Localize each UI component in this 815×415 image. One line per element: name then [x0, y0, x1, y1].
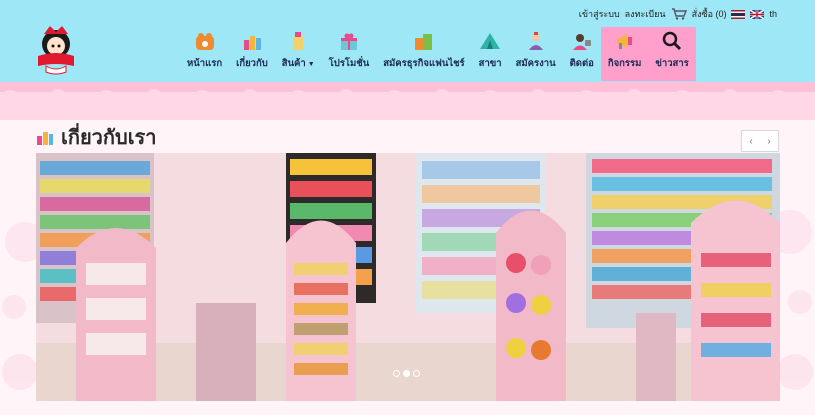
- tent-icon: [480, 33, 501, 49]
- register-link[interactable]: ลงทะเบียน: [625, 7, 666, 21]
- nav-franchise[interactable]: สมัครธุรกิจแฟนไชร์: [376, 27, 471, 81]
- nav-contact-label: ติดต่อ: [569, 58, 594, 69]
- shop-items-icon: [37, 132, 53, 145]
- scalloped-frill: [0, 82, 815, 120]
- nav-about-label: เกี่ยวกับ: [236, 58, 268, 69]
- magnifier-icon: [662, 31, 682, 51]
- paw-icon: [195, 33, 214, 50]
- strawberry-club-logo[interactable]: [28, 22, 84, 78]
- franchise-boxes-icon: [414, 34, 432, 50]
- carousel-prev-button[interactable]: ‹: [742, 131, 760, 151]
- site-header: เข้าสู่ระบบ ลงทะเบียน สั่งซื้อ (0) th หน…: [0, 0, 815, 82]
- page-title: เกี่ยวกับเรา: [61, 127, 157, 149]
- nav-promotion[interactable]: โปรโมชั่น: [322, 27, 377, 81]
- chevron-down-icon: ▼: [307, 61, 315, 68]
- carousel-slide-image[interactable]: [36, 153, 780, 401]
- nav-products-label: สินค้า ▼: [282, 56, 315, 71]
- nav-home[interactable]: หน้าแรก: [180, 27, 229, 81]
- uk-flag-icon[interactable]: [750, 9, 765, 19]
- login-link[interactable]: เข้าสู่ระบบ: [579, 7, 620, 21]
- nav-jobs-label: สมัครงาน: [515, 58, 556, 69]
- nav-news[interactable]: ข่าวสาร: [648, 27, 696, 81]
- nav-about[interactable]: เกี่ยวกับ: [229, 27, 275, 81]
- nav-branches[interactable]: สาขา: [472, 27, 509, 81]
- page-title-row: เกี่ยวกับเรา: [35, 125, 157, 149]
- nav-franchise-label: สมัครธุรกิจแฟนไชร์: [383, 58, 465, 69]
- nav-products-text: สินค้า: [281, 58, 306, 69]
- nav-activities-label: กิจกรรม: [607, 58, 642, 69]
- nav-promotion-label: โปรโมชั่น: [328, 58, 370, 69]
- nav-branches-label: สาขา: [478, 58, 502, 69]
- product-icon: [293, 32, 304, 50]
- carousel-indicators: [393, 370, 420, 377]
- carousel-controls: ‹ ›: [741, 130, 779, 152]
- nav-news-label: ข่าวสาร: [655, 58, 689, 69]
- gift-icon: [340, 33, 357, 50]
- shop-items-icon: [243, 36, 261, 50]
- nav-jobs[interactable]: สมัครงาน: [509, 27, 563, 81]
- nav-activities[interactable]: กิจกรรม: [600, 27, 649, 81]
- frill-drips: [0, 82, 815, 116]
- contact-person-icon: [572, 34, 591, 50]
- staff-icon: [528, 32, 543, 50]
- carousel-dot-1[interactable]: [393, 370, 400, 377]
- store-interior-photo: [36, 153, 780, 401]
- nav-products[interactable]: สินค้า ▼: [275, 27, 322, 81]
- language-code[interactable]: th: [769, 9, 777, 19]
- main-nav: หน้าแรก เกี่ยวกับ สินค้า ▼ โปรโมชั่น สมั…: [180, 27, 696, 81]
- carousel-next-button[interactable]: ›: [760, 131, 778, 151]
- nav-contact[interactable]: ติดต่อ: [563, 27, 601, 81]
- cart-icon[interactable]: [671, 8, 687, 20]
- top-links: เข้าสู่ระบบ ลงทะเบียน สั่งซื้อ (0) th: [579, 7, 777, 21]
- megaphone-icon: [616, 34, 632, 49]
- cart-link[interactable]: สั่งซื้อ (0): [692, 7, 727, 21]
- logo-graphic: [38, 26, 74, 75]
- thai-flag-icon[interactable]: [731, 9, 746, 19]
- carousel-dot-2[interactable]: [403, 370, 410, 377]
- nav-home-label: หน้าแรก: [187, 58, 223, 69]
- carousel-dot-3[interactable]: [413, 370, 420, 377]
